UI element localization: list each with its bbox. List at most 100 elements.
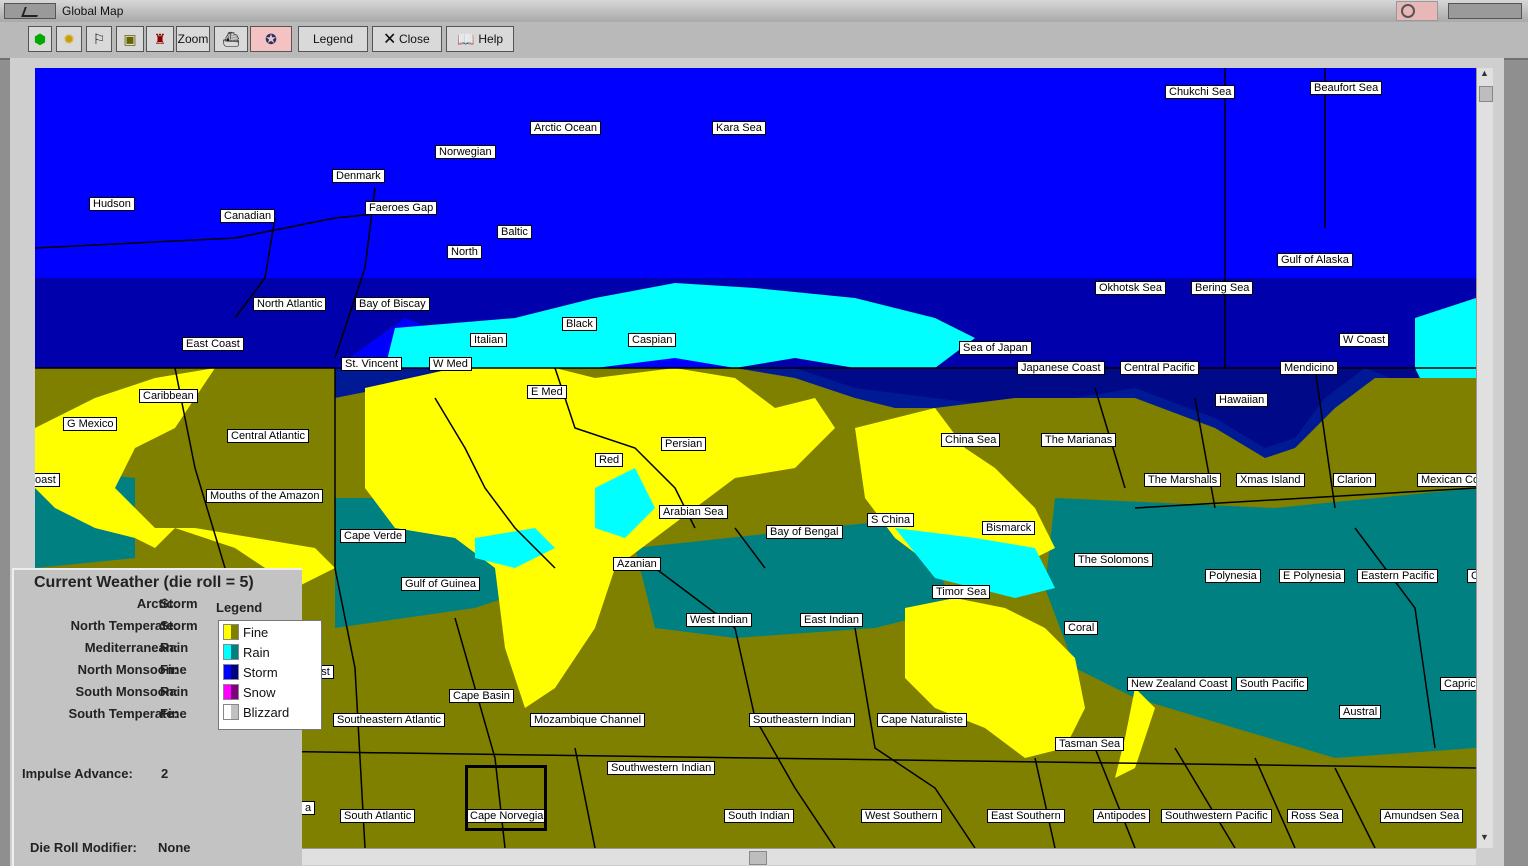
legend-button[interactable]: Legend [298,26,368,52]
sea-area-label[interactable]: West Southern [861,809,942,823]
sea-area-label[interactable]: Faeroes Gap [365,201,438,215]
sea-area-label[interactable]: Central Atlantic [227,429,309,443]
sea-area-label[interactable]: The Marshalls [1144,473,1222,487]
sea-area-label[interactable]: Italian [470,333,508,347]
sea-area-label[interactable]: Hudson [89,197,135,211]
sea-area-label[interactable]: Bering Sea [1191,281,1254,295]
sea-area-label[interactable]: Tasman Sea [1055,737,1125,751]
sea-area-label[interactable]: East Indian [800,613,864,627]
sea-area-label[interactable]: Japanese Coast [1017,361,1105,375]
sea-area-label[interactable]: North Atlantic [253,297,327,311]
sea-area-label[interactable]: W Med [429,357,472,371]
sea-area-label[interactable]: South Atlantic [340,809,416,823]
sea-area-label[interactable]: Mozambique Channel [530,713,646,727]
sea-area-label[interactable]: Gulf of Alaska [1277,253,1353,267]
weather-button[interactable]: ✹ [56,26,82,52]
sea-area-label[interactable]: The Marianas [1041,433,1117,447]
sea-area-label[interactable]: E Med [527,385,567,399]
vertical-scroll-thumb[interactable] [1479,86,1493,102]
sea-area-label[interactable]: Sea of Japan [959,341,1032,355]
sea-area-label[interactable]: Kara Sea [712,121,766,135]
help-button[interactable]: 📖 Help [446,26,514,52]
flag-button[interactable]: ⚐ [86,26,112,52]
book-icon: 📖 [456,30,475,47]
sea-area-label[interactable]: Baltic [497,225,532,239]
sea-area-label[interactable]: Mendicino [1280,361,1339,375]
sea-area-label[interactable]: Black [562,317,597,331]
sea-area-label[interactable]: Bismarck [982,521,1036,535]
scroll-up-icon[interactable]: ▲ [1480,68,1489,78]
sea-area-label[interactable]: Caribbean [139,389,198,403]
window-close-button[interactable] [1448,3,1522,19]
sea-area-label[interactable]: Hawaiian [1215,393,1269,407]
hex-button[interactable]: ⬢ [28,26,52,52]
sea-area-label[interactable]: Beaufort Sea [1310,81,1383,95]
sea-area-label[interactable]: Timor Sea [932,585,991,599]
scroll-down-icon[interactable]: ▼ [1480,832,1489,842]
sea-area-label[interactable]: Caspian [628,333,677,347]
sea-area-label[interactable]: Norwegian [435,145,496,159]
sea-area-label[interactable]: Canadian [220,209,276,223]
weather-zone: North Temperate: [70,618,178,633]
sea-area-label[interactable]: Cape Naturaliste [877,713,967,727]
sea-area-label[interactable]: Austral [1339,705,1382,719]
sea-area-label[interactable]: Persian [661,437,707,451]
horizontal-scroll-thumb[interactable] [749,851,767,865]
sea-area-label[interactable]: Eastern Pacific [1357,569,1439,583]
sea-area-label[interactable]: C [1467,569,1476,583]
sea-area-label[interactable]: China Sea [941,433,1001,447]
sea-area-label[interactable]: Okhotsk Sea [1095,281,1166,295]
sea-area-label[interactable]: G Mexico [63,417,118,431]
sea-area-label[interactable]: Bay of Bengal [766,525,843,539]
sea-area-label[interactable]: E Polynesia [1279,569,1346,583]
sea-area-label[interactable]: Southwestern Pacific [1161,809,1272,823]
units-button[interactable]: ▣ [116,26,144,52]
sea-area-label[interactable]: Denmark [332,169,385,183]
sea-area-label[interactable]: New Zealand Coast [1127,677,1232,691]
sea-area-label[interactable]: Capric [1440,677,1476,691]
sea-area-label[interactable]: South Indian [724,809,794,823]
nation-flag-button[interactable]: ✪ [250,26,292,52]
sea-area-label[interactable]: North [447,245,482,259]
sea-area-label[interactable]: East Southern [987,809,1065,823]
sea-area-label[interactable]: Arabian Sea [659,505,728,519]
sea-area-label[interactable]: Mexican Co [1417,473,1476,487]
zoom-button[interactable]: Zoom [176,26,210,52]
sea-area-label[interactable]: St. Vincent [341,357,402,371]
sea-area-label[interactable]: Ross Sea [1287,809,1343,823]
sea-area-label[interactable]: Southeastern Indian [749,713,856,727]
sea-area-label[interactable]: The Solomons [1074,553,1153,567]
sea-area-label[interactable]: Cape Verde [340,529,407,543]
sea-area-label[interactable]: Southwestern Indian [607,761,716,775]
sea-area-label[interactable]: Bay of Biscay [355,297,430,311]
sea-area-label[interactable]: West Indian [686,613,752,627]
sea-area-label[interactable]: East Coast [182,337,244,351]
sea-area-label[interactable]: Southeastern Atlantic [333,713,445,727]
close-button[interactable]: 🗙 Close [372,26,442,52]
sea-area-label[interactable]: a [301,801,316,815]
sea-area-label[interactable]: Cape Basin [449,689,514,703]
sea-area-label[interactable]: Amundsen Sea [1380,809,1464,823]
sea-area-label[interactable]: W Coast [1339,333,1390,347]
sea-area-label[interactable]: Central Pacific [1120,361,1199,375]
sea-area-label[interactable]: Clarion [1333,473,1376,487]
sea-area-label[interactable]: oast [35,473,60,487]
sea-area-label[interactable]: S China [867,513,915,527]
sea-area-label[interactable]: Chukchi Sea [1165,85,1236,99]
sea-area-label[interactable]: Polynesia [1205,569,1261,583]
sea-area-label[interactable]: Xmas Island [1236,473,1305,487]
sea-area-label[interactable]: Azanian [613,557,661,571]
sea-area-label[interactable]: Antipodes [1093,809,1150,823]
sea-area-label[interactable]: Gulf of Guinea [401,577,480,591]
sea-area-label[interactable]: Arctic Ocean [530,121,601,135]
tower-button[interactable]: ♜ [146,26,174,52]
weather-value: Storm [160,596,198,611]
system-menu-button[interactable] [4,3,56,19]
vertical-scrollbar[interactable]: ▲ ▼ [1476,68,1493,848]
legend-box: Fine Rain Storm Snow Blizzard [218,620,322,730]
sea-area-label[interactable]: Mouths of the Amazon [206,489,324,503]
sea-area-label[interactable]: South Pacific [1236,677,1309,691]
ship-button[interactable]: ⛴ [214,26,248,52]
sea-area-label[interactable]: Red [595,453,624,467]
sea-area-label[interactable]: Coral [1064,621,1099,635]
